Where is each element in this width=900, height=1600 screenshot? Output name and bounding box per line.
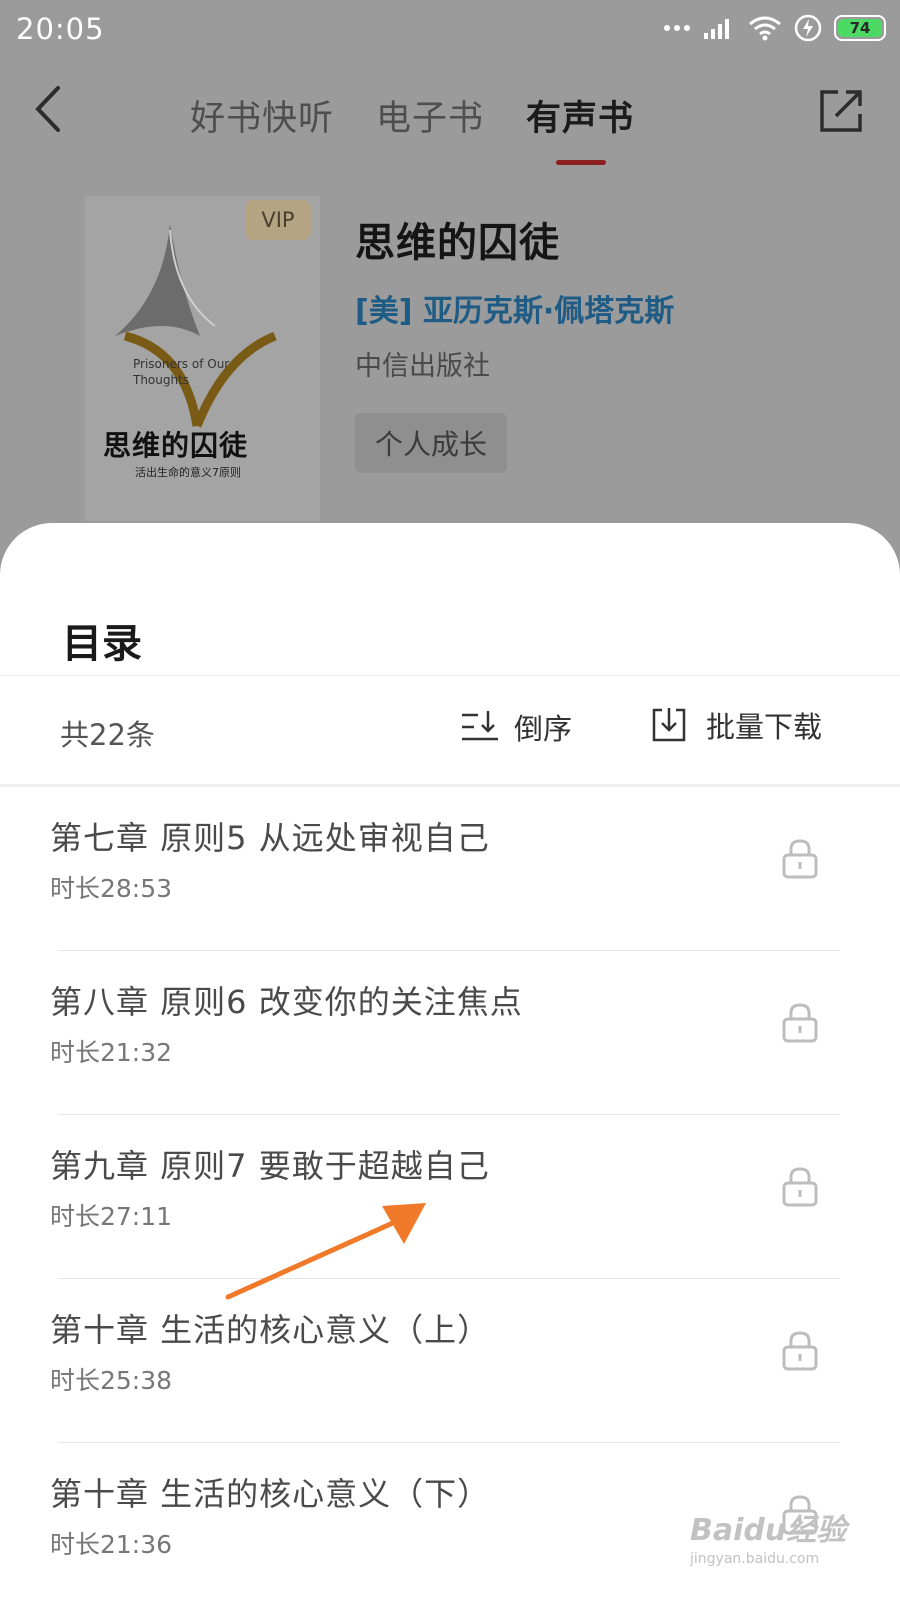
watermark-url: jingyan.baidu.com (690, 1551, 820, 1567)
status-time: 20:05 (16, 12, 105, 46)
category-tag[interactable]: 个人成长 (355, 413, 508, 473)
reverse-sort-label: 倒序 (514, 712, 573, 746)
chapter-duration: 时长28:53 (50, 874, 173, 903)
batch-download-button[interactable]: 批量下载 (650, 704, 822, 746)
chapter-count: 共22条 (60, 718, 155, 752)
status-bar: 20:05 74 (0, 0, 900, 62)
cover-title: 思维的囚徒 (103, 429, 249, 462)
reverse-sort-button[interactable]: 倒序 (460, 706, 572, 748)
book-cover[interactable]: VIP Prisoners of Our Thoughts 思维的囚徒 活出生命… (85, 196, 320, 521)
chapter-title: 第十章 生活的核心意义（上） (50, 1311, 491, 1349)
watermark: Baidu经验 jingyan.baidu.com (690, 1505, 846, 1567)
battery-level: 74 (838, 19, 882, 37)
chapter-title: 第七章 原则5 从远处审视自己 (50, 819, 490, 857)
lock-icon (782, 1331, 818, 1371)
catalog-toolbar: 共22条 倒序 批量下载 (0, 676, 900, 784)
chapter-title: 第十章 生活的核心意义（下） (50, 1475, 491, 1513)
download-icon (652, 708, 686, 742)
chapter-item[interactable]: 第七章 原则5 从远处审视自己 时长28:53 (0, 787, 900, 951)
tab-quick-listen[interactable]: 好书快听 (190, 90, 334, 141)
wifi-icon (749, 16, 781, 41)
tab-ebook[interactable]: 电子书 (376, 90, 484, 141)
lock-icon (782, 839, 818, 879)
lock-icon (782, 1003, 818, 1043)
chapter-duration: 时长25:38 (50, 1366, 173, 1395)
batch-download-label: 批量下载 (706, 710, 823, 744)
status-icons: 74 (664, 14, 886, 42)
chapter-title: 第九章 原则7 要敢于超越自己 (50, 1147, 490, 1185)
more-dots-icon (664, 25, 690, 31)
tab-audiobook-label: 有声书 (526, 99, 635, 139)
battery-icon: 74 (834, 15, 886, 41)
book-info: 思维的囚徒 [美] 亚历克斯·佩塔克斯 中信出版社 个人成长 (355, 210, 674, 473)
chapter-item[interactable]: 第十章 生活的核心意义（上） 时长25:38 (0, 1279, 900, 1443)
signal-icon (704, 19, 729, 39)
charging-icon (794, 14, 822, 42)
catalog-sheet: 目录 共22条 倒序 批量下载 第七章 原则5 从远处审视自己 时长28:53 … (0, 523, 900, 1600)
book-author[interactable]: [美] 亚历克斯·佩塔克斯 (355, 286, 674, 330)
vip-badge: VIP (245, 200, 311, 240)
chapter-duration: 时长21:32 (50, 1038, 173, 1067)
back-button[interactable] (30, 84, 70, 134)
chapter-item[interactable]: 第九章 原则7 要敢于超越自己 时长27:11 (0, 1115, 900, 1279)
book-publisher: 中信出版社 (355, 351, 490, 382)
watermark-logo: Baidu经验 (690, 1513, 847, 1548)
chapter-duration: 时长27:11 (50, 1202, 173, 1231)
share-button[interactable] (818, 88, 864, 134)
book-title: 思维的囚徒 (355, 220, 560, 266)
tab-bar: 好书快听 电子书 有声书 (190, 90, 635, 165)
sort-icon (462, 711, 498, 741)
lock-icon (782, 1167, 818, 1207)
cover-english-title: Prisoners of Our Thoughts (133, 357, 230, 387)
tab-audiobook[interactable]: 有声书 (526, 90, 635, 165)
chapter-item[interactable]: 第八章 原则6 改变你的关注焦点 时长21:32 (0, 951, 900, 1115)
nav-bar: 好书快听 电子书 有声书 (0, 70, 900, 165)
catalog-title: 目录 (62, 621, 142, 667)
chapter-list: 第七章 原则5 从远处审视自己 时长28:53 第八章 原则6 改变你的关注焦点… (0, 787, 900, 1600)
chapter-title: 第八章 原则6 改变你的关注焦点 (50, 983, 523, 1021)
active-tab-indicator (556, 160, 607, 165)
chapter-duration: 时长21:36 (50, 1530, 173, 1559)
cover-subtitle: 活出生命的意义7原则 (135, 466, 241, 479)
